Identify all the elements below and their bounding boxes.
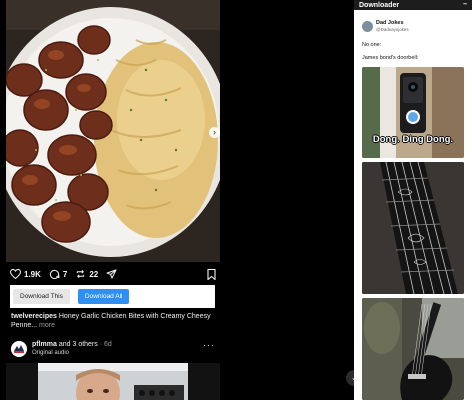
avatar[interactable] [11,341,27,357]
like-button[interactable]: 1.9K [10,269,41,279]
share-button[interactable] [106,269,117,279]
download-bar: Download This Download All [10,285,215,308]
post-image[interactable]: › [6,0,220,262]
comment-count: 7 [62,269,68,279]
tweet-author: Dad Jokes @Dadsaysjokes [362,20,462,34]
next-post-media[interactable] [6,363,220,400]
next-post-authors: pflmma and 3 others · 6d [32,341,112,348]
comment-button[interactable]: 7 [49,269,67,279]
next-post-header: pflmma and 3 others · 6d Original audio … [11,340,217,358]
repost-icon [77,270,85,278]
author-name[interactable]: pflmma [32,341,57,348]
tweet-text-line-1: No one: [362,42,382,48]
heart-icon [10,269,21,279]
download-all-button[interactable]: Download All [77,289,130,304]
chevron-right-icon[interactable]: › [209,127,220,138]
tweet-text-line-2: James bond's doorbell: [362,55,419,61]
more-options-icon[interactable]: ··· [203,340,215,350]
tweet-author-name[interactable]: Dad Jokes [376,20,404,26]
bass-guitar-media[interactable] [362,298,464,400]
like-count: 1.9K [24,269,41,279]
downloader-panel: Downloader – Dad Jokes @Dadsaysjokes No … [354,0,472,400]
bookmark-icon [207,268,216,281]
avatar[interactable] [362,21,373,32]
guitar-fretboard-media[interactable] [362,162,464,294]
repost-button[interactable]: 22 [75,269,98,279]
feed-column: › 1.9K 7 22 Download This Download All t… [0,0,226,400]
minimize-icon[interactable]: – [463,1,467,8]
comment-icon [49,269,60,279]
panel-header: Downloader [354,0,472,10]
post-actions: 1.9K 7 22 [10,266,216,282]
post-time: · 6d [97,341,112,348]
caption-username[interactable]: twelverecipes [11,313,57,320]
share-icon [106,269,117,279]
download-this-button[interactable]: Download This [13,289,70,304]
co-authors[interactable]: and 3 others [57,341,98,348]
bookmark-button[interactable] [207,267,216,285]
panel-title: Downloader [359,1,400,9]
doorbell-media[interactable]: Dong. Ding Dong. [362,67,464,158]
post-caption: twelverecipes Honey Garlic Chicken Bites… [11,312,219,330]
audio-label[interactable]: Original audio [32,350,69,356]
caption-more-link[interactable]: more [37,322,55,329]
tweet-author-handle[interactable]: @Dadsaysjokes [376,27,409,32]
repost-count: 22 [89,269,99,279]
media-caption: Dong. Ding Dong. [372,134,454,145]
